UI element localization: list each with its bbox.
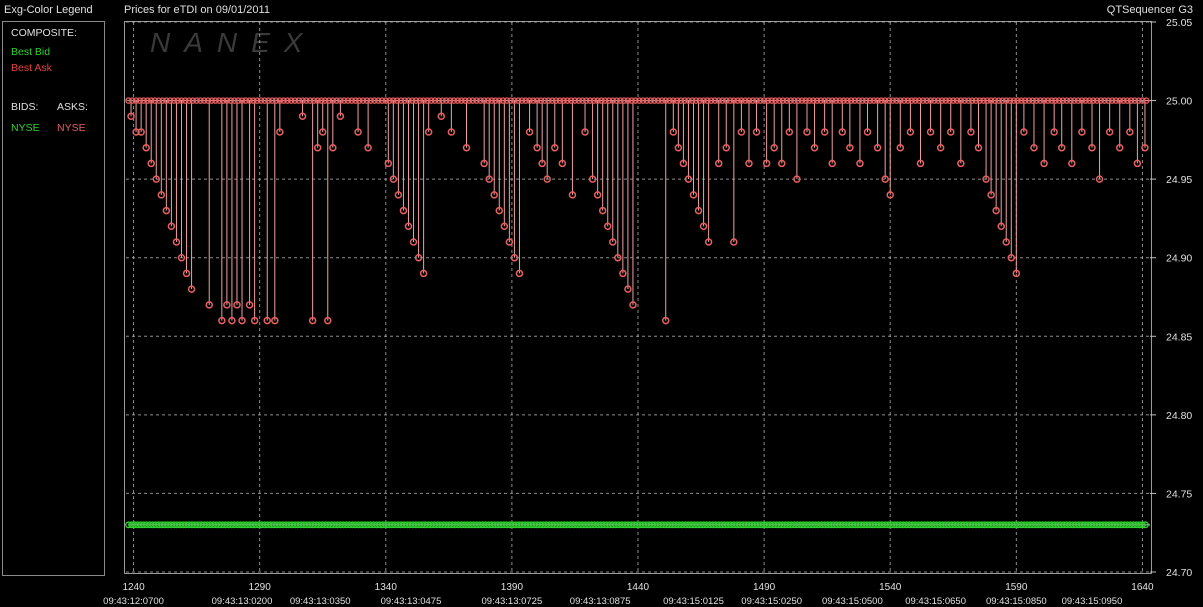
y-tick-label: 24.90	[1166, 253, 1192, 265]
y-tick-label: 24.75	[1166, 488, 1192, 500]
nanex-watermark: NANEX	[150, 27, 316, 58]
time-tick-label: 09:43:13:0875	[570, 596, 631, 607]
time-tick-label: 09:43:15:0250	[741, 596, 802, 607]
time-tick-label: 09:43:13:0350	[290, 596, 351, 607]
x-tick-label: 1590	[1005, 582, 1028, 593]
time-tick-label: 09:43:15:0950	[1062, 596, 1123, 607]
x-tick-label: 1240	[122, 582, 145, 593]
time-tick-label: 09:43:13:0725	[482, 596, 543, 607]
y-axis: 25.05 25.00 24.95 24.90 24.85 24.80 24.75 24.70	[1150, 17, 1192, 579]
y-tick-label: 24.80	[1166, 410, 1192, 422]
x-tick-label: 1440	[627, 582, 650, 593]
time-tick-label: 09:43:13:0475	[381, 596, 442, 607]
y-tick-label: 24.70	[1166, 567, 1192, 579]
bid-series	[125, 521, 1150, 529]
x-axis: 1240 1290 1340 1390 1440 1490 1540 1590 1640	[122, 582, 1154, 593]
x-tick-label: 1640	[1131, 582, 1154, 593]
y-tick-label: 25.05	[1166, 17, 1192, 29]
x-tick-label: 1340	[375, 582, 398, 593]
y-tick-label: 25.00	[1166, 96, 1192, 108]
x-tick-label: 1290	[249, 582, 272, 593]
x-tick-label: 1390	[501, 582, 524, 593]
x-tick-label: 1540	[879, 582, 902, 593]
time-tick-label: 09:43:12:0700	[103, 596, 164, 607]
price-chart[interactable]: NANEX 25.05 25.00 24.95 24.90 24.85 24.80 24.7…	[0, 0, 1203, 607]
y-tick-label: 24.85	[1166, 331, 1192, 343]
time-tick-label: 09:43:15:0125	[663, 596, 724, 607]
time-tick-label: 09:43:13:0200	[212, 596, 273, 607]
x-tick-label: 1490	[753, 582, 776, 593]
time-tick-label: 09:43:15:0500	[822, 596, 883, 607]
y-tick-label: 24.95	[1166, 174, 1192, 186]
time-tick-label: 09:43:15:0650	[905, 596, 966, 607]
time-tick-label: 09:43:15:0850	[986, 596, 1047, 607]
time-axis: 09:43:12:0700 09:43:13:0200 09:43:13:0350 0…	[103, 596, 1122, 607]
